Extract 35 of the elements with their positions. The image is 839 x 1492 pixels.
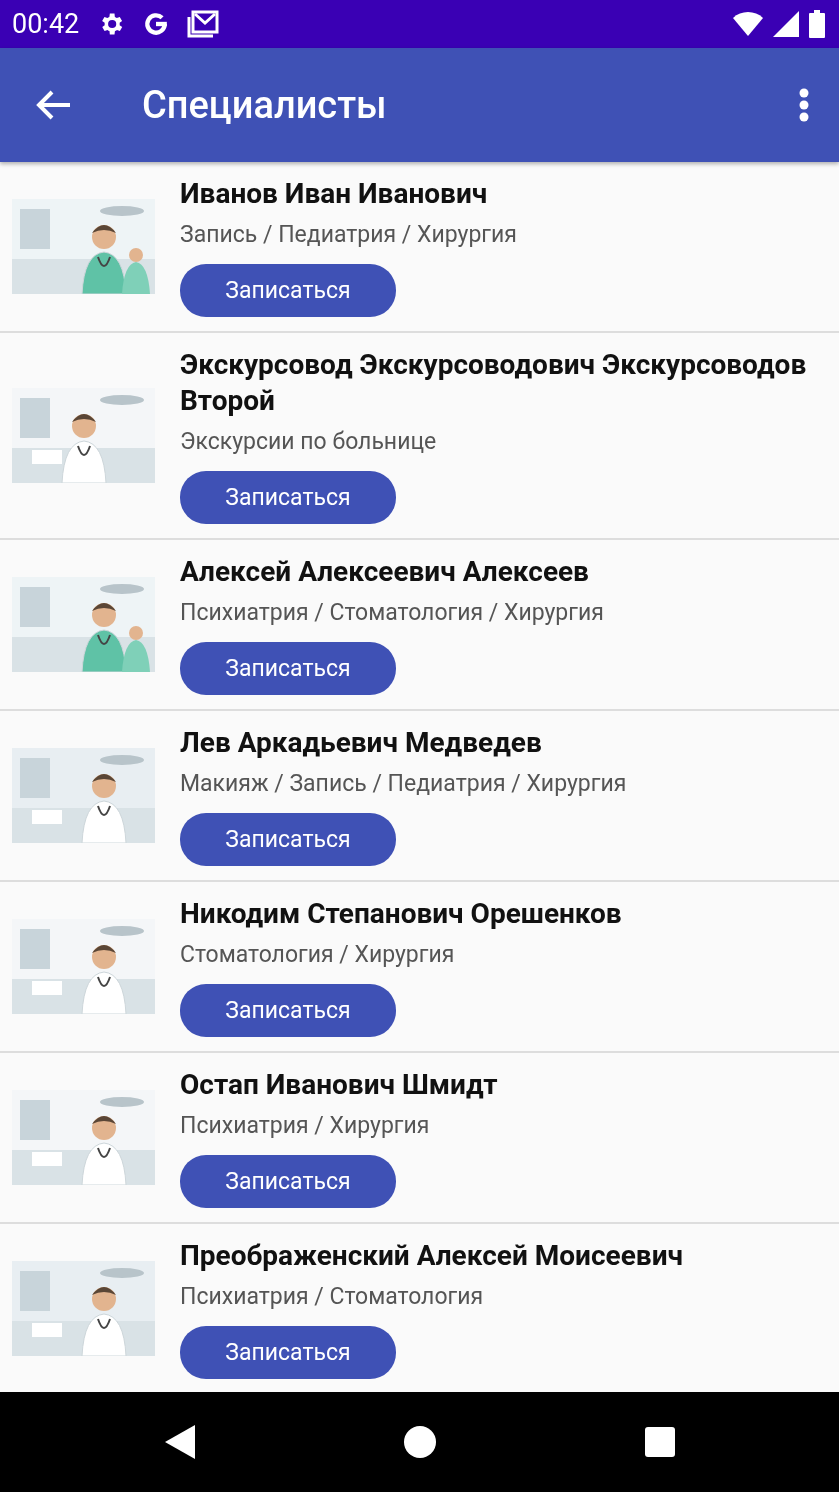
- book-button[interactable]: Записаться: [180, 813, 396, 866]
- specialist-name: Никодим Степанович Орешенков: [180, 896, 622, 932]
- more-options-button[interactable]: [799, 88, 809, 122]
- specialty-list: Психиатрия / Стоматология / Хирургия: [180, 598, 604, 628]
- book-button[interactable]: Записаться: [180, 1155, 396, 1208]
- specialty-list: Запись / Педиатрия / Хирургия: [180, 220, 517, 250]
- back-triangle-icon: [164, 1425, 195, 1459]
- google-icon: [143, 11, 170, 37]
- specialty-list: Макияж / Запись / Педиатрия / Хирургия: [180, 769, 627, 799]
- specialty-list: Психиатрия / Стоматология: [180, 1282, 484, 1312]
- specialty-list: Психиатрия / Хирургия: [180, 1111, 430, 1141]
- book-button[interactable]: Записаться: [180, 471, 396, 524]
- screen-title: Специалисты: [142, 83, 388, 127]
- recents-square-icon: [644, 1427, 675, 1457]
- battery-icon: [809, 10, 825, 38]
- signal-icon: [773, 11, 799, 37]
- specialist-name: Остап Иванович Шмидт: [180, 1067, 498, 1103]
- specialty-list: Экскурсии по больнице: [180, 427, 437, 457]
- status-time: 00:42: [12, 8, 80, 40]
- specialist-name: Преображенский Алексей Моисеевич: [180, 1238, 683, 1274]
- back-arrow-icon: [36, 90, 70, 120]
- book-button[interactable]: Записаться: [180, 984, 396, 1037]
- wifi-icon: [733, 12, 763, 36]
- home-circle-icon: [403, 1426, 436, 1458]
- more-options-icon: [799, 88, 809, 122]
- mail-icon: [187, 10, 220, 38]
- book-button[interactable]: Записаться: [180, 264, 396, 317]
- specialist-name: Иванов Иван Иванович: [180, 176, 488, 212]
- back-button[interactable]: [36, 90, 70, 120]
- specialist-name: Лев Аркадьевич Медведев: [180, 725, 542, 761]
- specialist-name: Алексей Алексеевич Алексеев: [180, 554, 589, 590]
- specialty-list: Стоматология / Хирургия: [180, 940, 455, 970]
- book-button[interactable]: Записаться: [180, 1326, 396, 1379]
- book-button[interactable]: Записаться: [180, 642, 396, 695]
- specialist-name: Экскурсовод Экскурсоводович Экскурсоводов Второй: [180, 347, 808, 419]
